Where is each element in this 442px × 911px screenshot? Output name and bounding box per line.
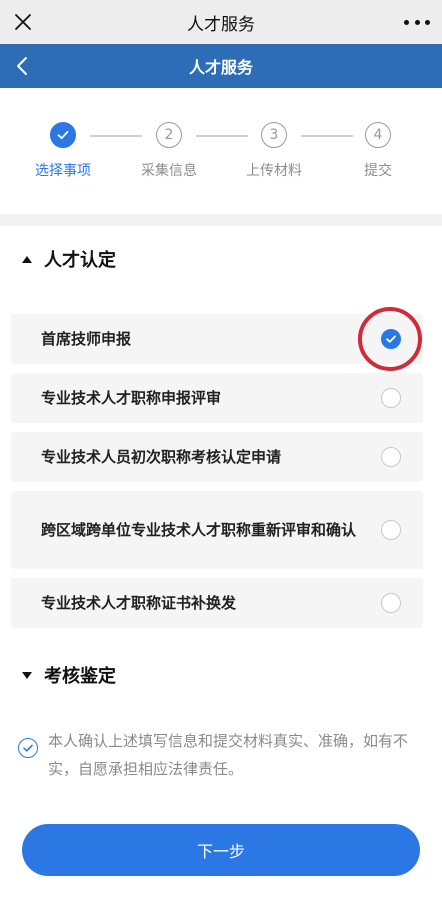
option-label: 专业技术人才职称申报评审 (41, 389, 222, 407)
radio-icon[interactable] (381, 447, 401, 467)
check-icon (50, 122, 76, 148)
step-number: 4 (365, 122, 391, 148)
step-label: 采集信息 (141, 163, 197, 179)
page-title: 人才服务 (188, 58, 253, 77)
more-options-icon[interactable] (404, 12, 430, 32)
option-label: 专业技术人员初次职称考核认定申请 (41, 448, 282, 466)
wechat-title: 人才服务 (187, 14, 255, 35)
close-icon[interactable] (8, 7, 38, 37)
collapse-icon (22, 255, 32, 263)
step-label: 提交 (364, 163, 392, 179)
option-title-review[interactable]: 专业技术人才职称申报评审 (11, 373, 423, 423)
section-divider (0, 214, 442, 226)
step-upload-materials: 3 上传材料 (229, 122, 319, 180)
step-number: 3 (261, 122, 287, 148)
app-header: 人才服务 (0, 44, 442, 88)
step-label: 上传材料 (246, 163, 302, 179)
next-step-button[interactable]: 下一步 (22, 824, 420, 876)
option-label: 专业技术人才职称证书补换发 (41, 594, 237, 612)
step-label: 选择事项 (35, 163, 91, 179)
section-header-assessment[interactable]: 考核鉴定 (22, 660, 116, 690)
step-number: 2 (156, 122, 182, 148)
radio-icon[interactable] (381, 593, 401, 613)
step-submit: 4 提交 (333, 122, 423, 180)
consent-check-icon[interactable] (18, 738, 38, 758)
step-select-item: 选择事项 (18, 122, 108, 180)
section-title: 考核鉴定 (44, 666, 116, 687)
option-initial-title-certification[interactable]: 专业技术人员初次职称考核认定申请 (11, 432, 423, 482)
wechat-top-bar: 人才服务 (0, 0, 442, 44)
option-label: 首席技师申报 (41, 330, 132, 348)
option-label: 跨区域跨单位专业技术人才职称重新评审和确认 (41, 521, 357, 539)
highlight-ring (358, 307, 422, 371)
expand-icon (22, 671, 32, 679)
section-header-talent-recognition[interactable]: 人才认定 (22, 244, 116, 274)
consent-text: 本人确认上述填写信息和提交材料真实、准确，如有不实，自愿承担相应法律责任。 (48, 732, 409, 778)
radio-icon[interactable] (381, 520, 401, 540)
radio-icon[interactable] (381, 388, 401, 408)
option-certificate-reissue[interactable]: 专业技术人才职称证书补换发 (11, 578, 423, 628)
consent-row[interactable]: 本人确认上述填写信息和提交材料真实、准确，如有不实，自愿承担相应法律责任。 (18, 727, 428, 783)
option-cross-region-review[interactable]: 跨区域跨单位专业技术人才职称重新评审和确认 (11, 491, 423, 569)
back-icon[interactable] (6, 50, 38, 82)
section-title: 人才认定 (44, 250, 116, 271)
step-collect-info: 2 采集信息 (124, 122, 214, 180)
progress-steps: 选择事项 2 采集信息 3 上传材料 4 提交 (0, 88, 442, 214)
